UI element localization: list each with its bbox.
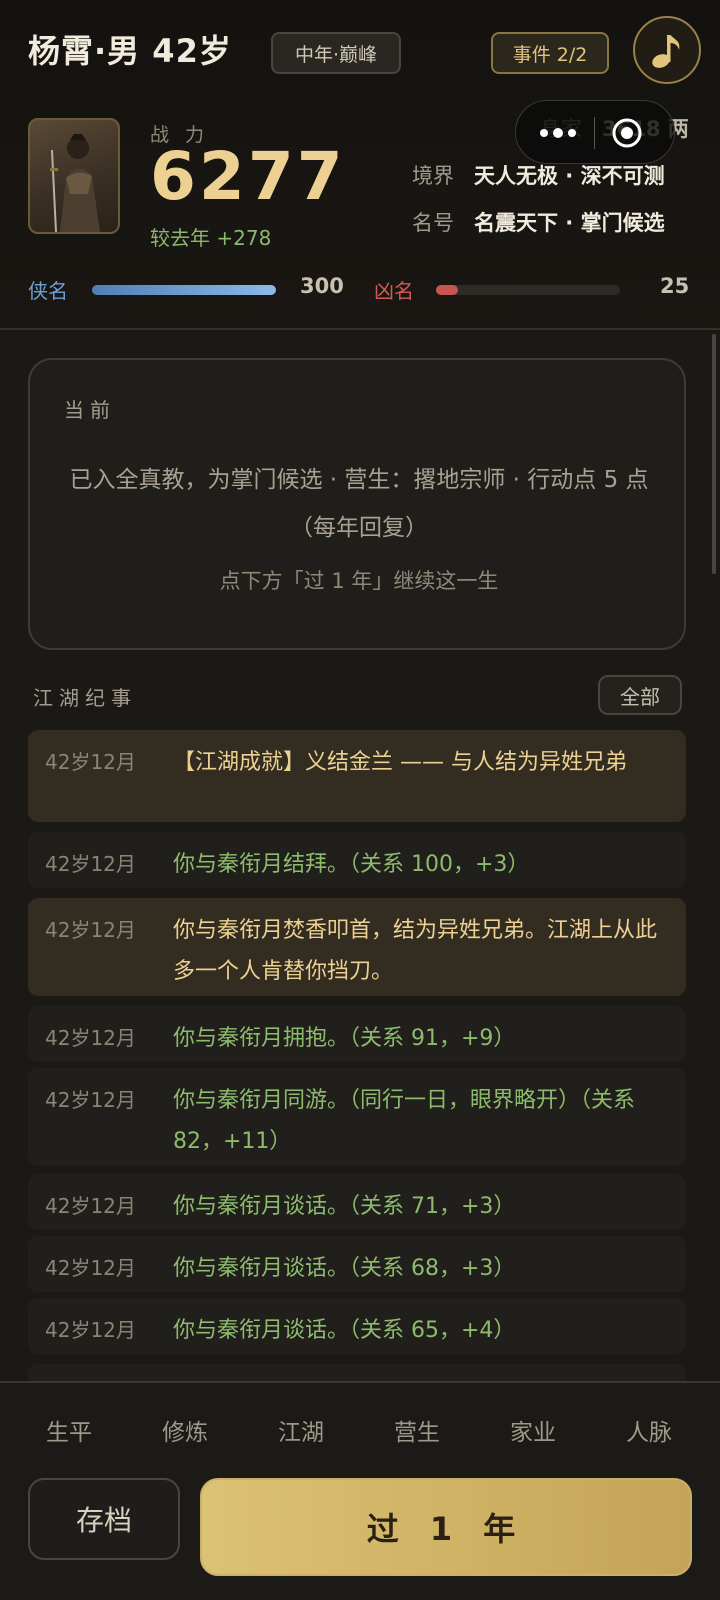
swordsman-portrait-icon <box>50 134 100 232</box>
log-item-date: 42岁12月 <box>45 918 136 942</box>
infamy-label: 凶名 <box>374 279 414 303</box>
scrollbar[interactable] <box>712 334 716 574</box>
next-year-button[interactable]: 过 1 年 <box>200 1478 692 1576</box>
log-item: 42岁12月 你与秦衔月谈话。（关系 68，+3） <box>28 1236 686 1292</box>
title-row: 名号 名震天下 · 掌门候选 <box>412 207 665 237</box>
realm-key: 境界 <box>412 164 454 188</box>
more-dots-icon[interactable] <box>536 123 580 143</box>
log-item: 42岁12月 你与秦衔月谈话。（关系 65，+4） <box>28 1298 686 1354</box>
log-item: 42岁12月 你与秦衔月谈话。（关系 71，+3） <box>28 1174 686 1230</box>
log-item-text: 你与秦衔月焚香叩首，结为异姓兄弟。江湖上从此多一个人肯替你挡刀。 <box>173 918 658 984</box>
log-item-date: 42岁12月 <box>45 1256 136 1280</box>
character-header: 杨霄·男 42岁 中年·巅峰 事件 2/2 战力 6277 较去年 +278 身… <box>0 0 720 330</box>
music-note-icon <box>652 35 680 68</box>
tab-connections[interactable]: 人脉 <box>591 1413 707 1447</box>
mini-program-capsule[interactable] <box>515 100 675 164</box>
close-target-icon[interactable] <box>610 116 644 150</box>
tab-biography[interactable]: 生平 <box>11 1413 127 1447</box>
current-hint-text: 点下方「过 1 年」继续这一生 <box>219 569 499 593</box>
log-item-partial <box>28 1364 686 1382</box>
log-item-date: 42岁12月 <box>45 750 136 774</box>
character-name: 杨霄·男 42岁 <box>28 32 232 70</box>
event-counter-button[interactable]: 事件 2/2 <box>491 32 609 74</box>
log-filter-all-button[interactable]: 全部 <box>598 675 682 715</box>
age-stage-tag: 中年·巅峰 <box>271 32 401 74</box>
log-item-date: 42岁12月 <box>45 1194 136 1218</box>
power-value: 6277 <box>150 138 346 215</box>
log-item-text: 你与秦衔月谈话。（关系 65，+4） <box>173 1318 516 1343</box>
log-item-text: 【江湖成就】义结金兰 —— 与人结为异姓兄弟 <box>173 750 627 775</box>
log-item-text: 你与秦衔月同游。（同行一日，眼界略开）（关系 82，+11） <box>173 1088 636 1154</box>
log-item: 42岁12月 【江湖成就】义结金兰 —— 与人结为异姓兄弟 <box>28 730 686 822</box>
bottom-bar: 生平 修炼 江湖 营生 家业 人脉 存档 过 1 年 <box>0 1381 720 1600</box>
chivalry-label: 侠名 <box>28 279 68 303</box>
current-status-card: 当前 已入全真教，为掌门候选 · 营生：撂地宗师 · 行动点 5 点（每年回复）… <box>28 358 686 650</box>
log-section-title: 江湖纪事 <box>33 686 137 710</box>
chivalry-bar-fill <box>92 285 276 295</box>
title-key: 名号 <box>412 211 454 235</box>
current-status-text: 已入全真教，为掌门候选 · 营生：撂地宗师 · 行动点 5 点（每年回复） <box>69 467 649 541</box>
current-title: 当前 <box>64 398 116 422</box>
capsule-divider <box>594 117 595 149</box>
log-item-text: 你与秦衔月结拜。（关系 100，+3） <box>173 852 530 877</box>
title-value: 名震天下 · 掌门候选 <box>474 211 665 235</box>
log-item-date: 42岁12月 <box>45 852 136 876</box>
tab-livelihood[interactable]: 营生 <box>359 1413 475 1447</box>
tab-jianghu[interactable]: 江湖 <box>243 1413 359 1447</box>
log-item-date: 42岁12月 <box>45 1088 136 1112</box>
log-item-text: 你与秦衔月谈话。（关系 68，+3） <box>173 1256 516 1281</box>
log-item-date: 42岁12月 <box>45 1026 136 1050</box>
chivalry-bar <box>92 285 276 295</box>
infamy-bar <box>436 285 620 295</box>
log-item: 42岁12月 你与秦衔月拥抱。（关系 91，+9） <box>28 1006 686 1062</box>
power-delta: 较去年 +278 <box>150 226 272 250</box>
log-item: 42岁12月 你与秦衔月同游。（同行一日，眼界略开）（关系 82，+11） <box>28 1068 686 1166</box>
infamy-value: 25 <box>660 274 690 298</box>
log-item-date: 42岁12月 <box>45 1318 136 1342</box>
realm-row: 境界 天人无极 · 深不可测 <box>412 160 665 190</box>
save-button[interactable]: 存档 <box>28 1478 180 1560</box>
log-item-text: 你与秦衔月拥抱。（关系 91，+9） <box>173 1026 516 1051</box>
tab-family[interactable]: 家业 <box>475 1413 591 1447</box>
tab-cultivation[interactable]: 修炼 <box>127 1413 243 1447</box>
log-item: 42岁12月 你与秦衔月结拜。（关系 100，+3） <box>28 832 686 888</box>
character-portrait[interactable] <box>28 118 120 234</box>
music-toggle-button[interactable] <box>633 16 701 84</box>
log-item-text: 你与秦衔月谈话。（关系 71，+3） <box>173 1194 516 1219</box>
log-item: 42岁12月 你与秦衔月焚香叩首，结为异姓兄弟。江湖上从此多一个人肯替你挡刀。 <box>28 898 686 996</box>
chivalry-value: 300 <box>300 274 344 298</box>
infamy-bar-fill <box>436 285 459 295</box>
realm-value: 天人无极 · 深不可测 <box>474 164 665 188</box>
